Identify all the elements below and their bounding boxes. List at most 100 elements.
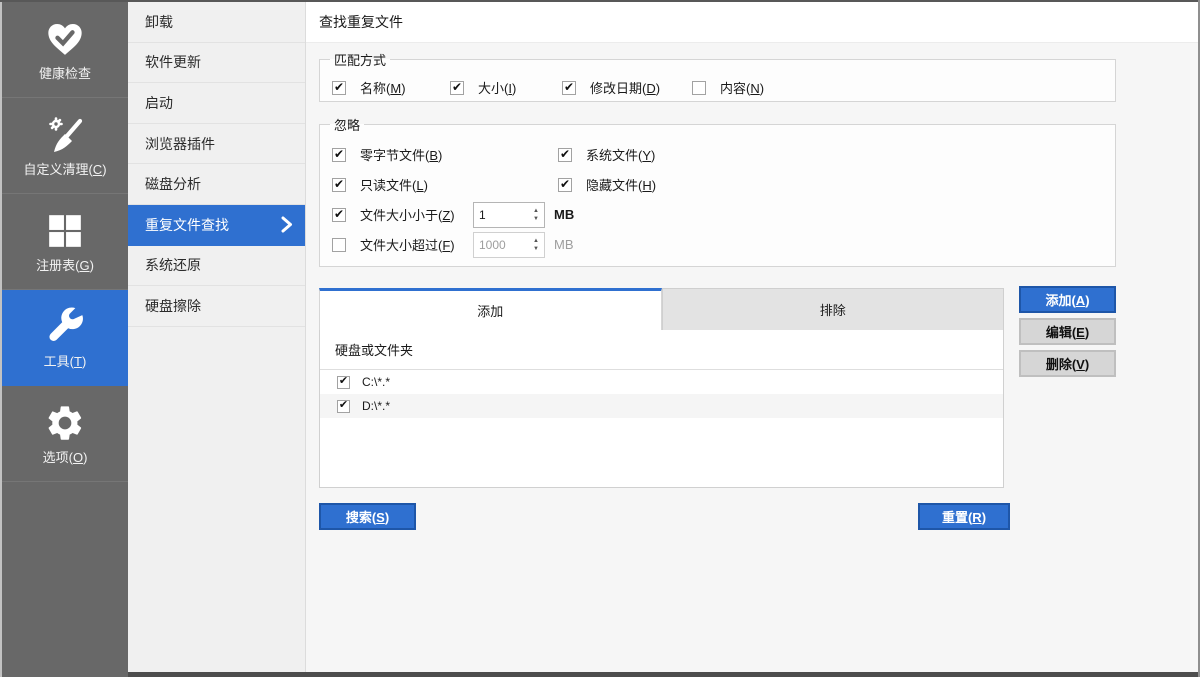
search-button[interactable]: 搜索(S)	[319, 503, 416, 530]
row-checkbox[interactable]: ✔	[337, 400, 350, 413]
tools-item-disk-analyzer[interactable]: 磁盘分析	[128, 164, 305, 205]
tools-item-duplicate-finder[interactable]: 重复文件查找	[128, 205, 305, 246]
ignore-system-files-checkbox[interactable]: ✔	[558, 148, 572, 162]
size-over-unit: MB	[554, 237, 574, 252]
page-header: 查找重复文件	[306, 2, 1198, 43]
match-name-option: ✔ 名称(M)	[332, 78, 450, 97]
folders-table: 硬盘或文件夹 ✔ C:\*.* ✔ D:\*.*	[319, 330, 1004, 488]
check-icon: ✔	[339, 376, 348, 387]
main-panel: 查找重复文件 匹配方式 ✔ 名称(M) ✔ 大小(I) ✔ 修改日期(D) ✔ …	[305, 2, 1198, 672]
ignore-hidden-files-label: 隐藏文件(H)	[586, 175, 656, 194]
check-icon: ✔	[334, 81, 344, 93]
heart-check-icon	[45, 17, 85, 61]
ignore-readonly-checkbox[interactable]: ✔	[332, 178, 346, 192]
check-icon: ✔	[452, 81, 462, 93]
match-criteria-group: 匹配方式 ✔ 名称(M) ✔ 大小(I) ✔ 修改日期(D) ✔ 内容(N)	[319, 50, 1116, 102]
match-name-checkbox[interactable]: ✔	[332, 81, 346, 95]
tools-sidebar: 卸载 软件更新 启动 浏览器插件 磁盘分析 重复文件查找 系统还原 硬盘擦除	[128, 2, 305, 672]
size-under-spinner[interactable]: 1 ▲ ▼	[473, 202, 545, 228]
delete-button[interactable]: 删除(V)	[1019, 350, 1116, 377]
tab-include[interactable]: 添加	[319, 288, 662, 330]
sidebar-item-label: 健康检查	[39, 63, 91, 82]
ignore-size-over-option: ✔ 文件大小超过(F) 1000 ▲ ▼ MB	[332, 230, 1115, 259]
spin-down-icon[interactable]: ▼	[533, 215, 539, 223]
tools-item-system-restore[interactable]: 系统还原	[128, 246, 305, 287]
ignore-group: 忽略 ✔ 零字节文件(B) ✔ 只读文件(L) ✔ 系统文件(Y) ✔	[319, 115, 1116, 267]
match-name-label: 名称(M)	[360, 78, 406, 97]
ignore-legend: 忽略	[330, 115, 364, 134]
ignore-readonly-option: ✔ 只读文件(L)	[332, 170, 558, 199]
row-path: D:\*.*	[362, 399, 390, 413]
folder-actions: 添加(A) 编辑(E) 删除(V)	[1019, 286, 1116, 382]
row-path: C:\*.*	[362, 375, 390, 389]
match-size-checkbox[interactable]: ✔	[450, 81, 464, 95]
ignore-hidden-files-option: ✔ 隐藏文件(H)	[558, 170, 1115, 199]
sidebar-item-custom-clean[interactable]: 自定义清理(C)	[2, 98, 128, 194]
sidebar-item-label: 注册表(G)	[36, 255, 94, 274]
folders-tabs: 添加 排除	[319, 288, 1004, 330]
ignore-size-under-checkbox[interactable]: ✔	[332, 208, 346, 222]
ignore-system-files-option: ✔ 系统文件(Y)	[558, 140, 1115, 169]
tools-item-drive-wiper[interactable]: 硬盘擦除	[128, 286, 305, 327]
page-title: 查找重复文件	[319, 12, 403, 32]
ignore-size-under-option: ✔ 文件大小小于(Z) 1 ▲ ▼ MB	[332, 200, 1115, 229]
ignore-size-over-label: 文件大小超过(F)	[360, 235, 473, 254]
tools-item-uninstall[interactable]: 卸载	[128, 2, 305, 43]
match-date-option: ✔ 修改日期(D)	[562, 78, 692, 97]
size-over-spinner[interactable]: 1000 ▲ ▼	[473, 232, 545, 258]
broom-gear-icon	[44, 113, 86, 157]
registry-grid-icon	[46, 209, 84, 253]
tab-exclude[interactable]: 排除	[662, 288, 1005, 330]
edit-button[interactable]: 编辑(E)	[1019, 318, 1116, 345]
ignore-size-under-label: 文件大小小于(Z)	[360, 205, 473, 224]
table-row[interactable]: ✔ D:\*.*	[320, 394, 1003, 418]
reset-button[interactable]: 重置(R)	[918, 503, 1010, 530]
match-size-option: ✔ 大小(I)	[450, 78, 562, 97]
size-under-unit: MB	[554, 207, 574, 222]
match-criteria-legend: 匹配方式	[330, 50, 390, 69]
spin-down-icon[interactable]: ▼	[533, 245, 539, 253]
sidebar-item-label: 选项(O)	[43, 447, 88, 466]
folders-column-header: 硬盘或文件夹	[320, 330, 1003, 370]
ignore-readonly-label: 只读文件(L)	[360, 175, 428, 194]
sidebar-item-tools[interactable]: 工具(T)	[2, 290, 128, 386]
match-content-checkbox[interactable]: ✔	[692, 81, 706, 95]
ignore-hidden-files-checkbox[interactable]: ✔	[558, 178, 572, 192]
tools-item-browser-plugins[interactable]: 浏览器插件	[128, 124, 305, 165]
check-icon: ✔	[334, 208, 344, 220]
check-icon: ✔	[564, 81, 574, 93]
row-checkbox[interactable]: ✔	[337, 376, 350, 389]
tools-item-startup[interactable]: 启动	[128, 83, 305, 124]
chevron-right-icon	[281, 216, 293, 233]
size-under-value[interactable]: 1	[474, 203, 528, 227]
sidebar-item-health-check[interactable]: 健康检查	[2, 2, 128, 98]
ignore-zero-byte-option: ✔ 零字节文件(B)	[332, 140, 558, 169]
sidebar-item-label: 自定义清理(C)	[23, 159, 106, 178]
match-date-checkbox[interactable]: ✔	[562, 81, 576, 95]
check-icon: ✔	[560, 178, 570, 190]
ignore-zero-byte-label: 零字节文件(B)	[360, 145, 442, 164]
ignore-size-over-checkbox[interactable]: ✔	[332, 238, 346, 252]
folders-panel: 添加 排除 硬盘或文件夹 ✔ C:\*.* ✔ D:\*.*	[319, 288, 1004, 488]
check-icon: ✔	[334, 148, 344, 160]
tools-item-software-updater[interactable]: 软件更新	[128, 43, 305, 84]
match-content-label: 内容(N)	[720, 78, 764, 97]
match-date-label: 修改日期(D)	[590, 78, 660, 97]
check-icon: ✔	[339, 400, 348, 411]
wrench-icon	[44, 305, 86, 349]
table-row[interactable]: ✔ C:\*.*	[320, 370, 1003, 394]
spin-up-icon[interactable]: ▲	[533, 237, 539, 245]
sidebar-item-label: 工具(T)	[44, 351, 87, 370]
check-icon: ✔	[560, 148, 570, 160]
gear-icon	[45, 401, 85, 445]
add-button[interactable]: 添加(A)	[1019, 286, 1116, 313]
ignore-system-files-label: 系统文件(Y)	[586, 145, 655, 164]
window-top-border	[0, 0, 1200, 2]
sidebar-item-options[interactable]: 选项(O)	[2, 386, 128, 482]
ignore-zero-byte-checkbox[interactable]: ✔	[332, 148, 346, 162]
match-content-option: ✔ 内容(N)	[692, 78, 764, 97]
sidebar-item-registry[interactable]: 注册表(G)	[2, 194, 128, 290]
size-over-value[interactable]: 1000	[474, 233, 528, 257]
primary-sidebar: 健康检查 自定义清理(C)	[0, 2, 128, 677]
spin-up-icon[interactable]: ▲	[533, 207, 539, 215]
